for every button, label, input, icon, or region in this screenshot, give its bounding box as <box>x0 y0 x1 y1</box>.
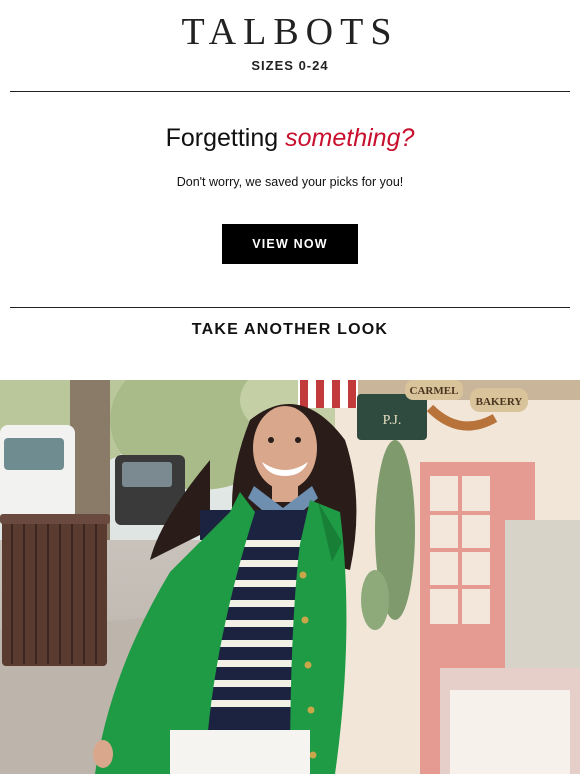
headline-accent-text: something? <box>285 124 415 152</box>
headline: Forgetting something? <box>0 124 580 153</box>
product-hero-image[interactable]: P.J. CARMEL BAKERY <box>0 380 580 774</box>
view-now-button[interactable]: VIEW NOW <box>222 224 358 264</box>
section-title: TAKE ANOTHER LOOK <box>191 321 389 338</box>
section-divider <box>10 307 570 308</box>
shop-sign: P.J. <box>383 413 402 428</box>
bakery-sign: BAKERY <box>476 396 523 408</box>
email-header: TALBOTS SIZES 0-24 <box>0 0 580 92</box>
headline-text: Forgetting <box>165 124 286 152</box>
header-divider <box>10 91 570 92</box>
subheadline: Don't worry, we saved your picks for you… <box>176 175 404 189</box>
sizes-tagline: SIZES 0-24 <box>251 58 329 73</box>
talbots-logo[interactable]: TALBOTS <box>0 10 580 54</box>
carmel-sign: CARMEL <box>410 385 459 397</box>
